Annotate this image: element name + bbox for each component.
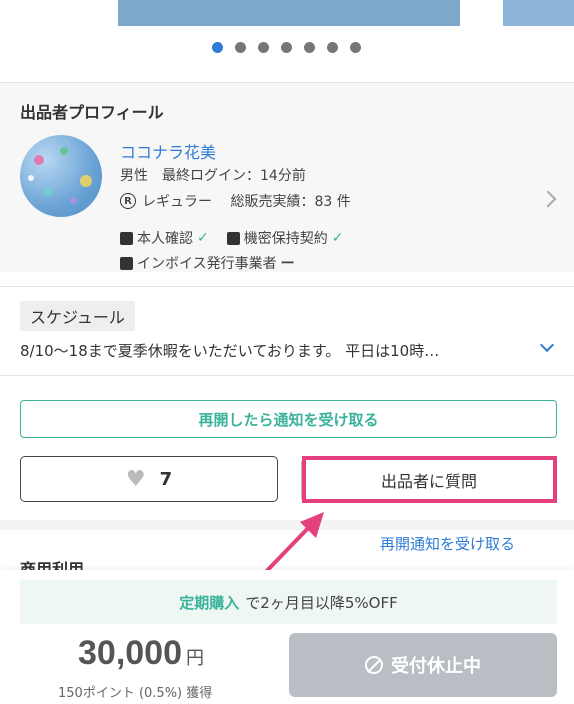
price-unit: 円 [186, 648, 204, 668]
carousel-dot[interactable] [235, 42, 246, 53]
verification-row: 本人確認 ✓ 機密保持契約 ✓ [120, 228, 343, 248]
lock-icon [226, 231, 240, 245]
schedule-text: 8/10〜18まで夏季休暇をいただいております。 平日は10時… [20, 342, 440, 360]
seller-rank-text: レギュラー 総販売実績：83 件 [142, 194, 351, 210]
carousel-dot[interactable] [327, 42, 338, 53]
seller-profile-card[interactable]: 出品者プロフィール ココナラ花美 男性 最終ログイン：14分前 R レギュラー … [0, 82, 574, 272]
carousel-dot[interactable] [212, 42, 223, 53]
check-icon: ✓ [197, 230, 209, 246]
seller-name-link[interactable]: ココナラ花美 [120, 139, 216, 163]
service-image[interactable] [118, 0, 460, 26]
identity-verified-label: 本人確認 [137, 231, 193, 247]
seller-info: 男性 最終ログイン：14分前 [120, 168, 306, 184]
reopen-notify-link[interactable]: 再開通知を受け取る [380, 533, 515, 554]
heart-icon: ♥ [125, 466, 146, 492]
seller-rank-row: R レギュラー 総販売実績：83 件 [120, 191, 351, 211]
price: 30,000 円 [78, 634, 204, 673]
chevron-down-icon[interactable] [539, 337, 555, 353]
closed-label: 受付休止中 [391, 656, 481, 677]
price-amount: 30,000 [78, 634, 182, 672]
schedule-tag: スケジュール [20, 301, 135, 331]
invoice-label: インボイス発行事業者 [137, 256, 277, 272]
profile-title: 出品者プロフィール [20, 103, 164, 122]
favorite-count: 7 [159, 468, 173, 490]
regular-rank-icon: R [120, 193, 136, 209]
nda-label: 機密保持契約 [243, 231, 328, 247]
promo-text: で2ヶ月目以降5%OFF [245, 593, 398, 612]
carousel-dot[interactable] [304, 42, 315, 53]
ask-seller-button[interactable]: 出品者に質問 [301, 458, 557, 502]
service-image-next[interactable] [503, 0, 574, 26]
closed-button: 受付休止中 [289, 633, 557, 697]
invoice-status: ー [280, 256, 295, 272]
carousel-dot[interactable] [281, 42, 292, 53]
invoice-row: インボイス発行事業者 ー [120, 253, 295, 273]
carousel-dots [212, 42, 361, 53]
notify-on-reopen-button[interactable]: 再開したら通知を受け取る [20, 400, 557, 438]
section-heading: 商用利用 [20, 560, 85, 570]
check-icon: ✓ [331, 230, 344, 246]
ban-icon [365, 656, 383, 674]
points-info: 150ポイント (0.5%) 獲得 [58, 686, 213, 701]
schedule-section: スケジュール 8/10〜18まで夏季休暇をいただいております。 平日は10時… [0, 286, 574, 376]
chevron-right-icon [539, 190, 557, 208]
carousel-dot[interactable] [258, 42, 269, 53]
favorite-button[interactable]: ♥ 7 [20, 456, 278, 502]
carousel-dot[interactable] [350, 42, 361, 53]
promo-highlight: 定期購入 [179, 593, 240, 612]
id-card-icon [120, 231, 133, 245]
subscription-promo: 定期購入 で2ヶ月目以降5%OFF [20, 580, 557, 624]
document-icon [120, 256, 133, 270]
avatar[interactable] [20, 135, 102, 217]
